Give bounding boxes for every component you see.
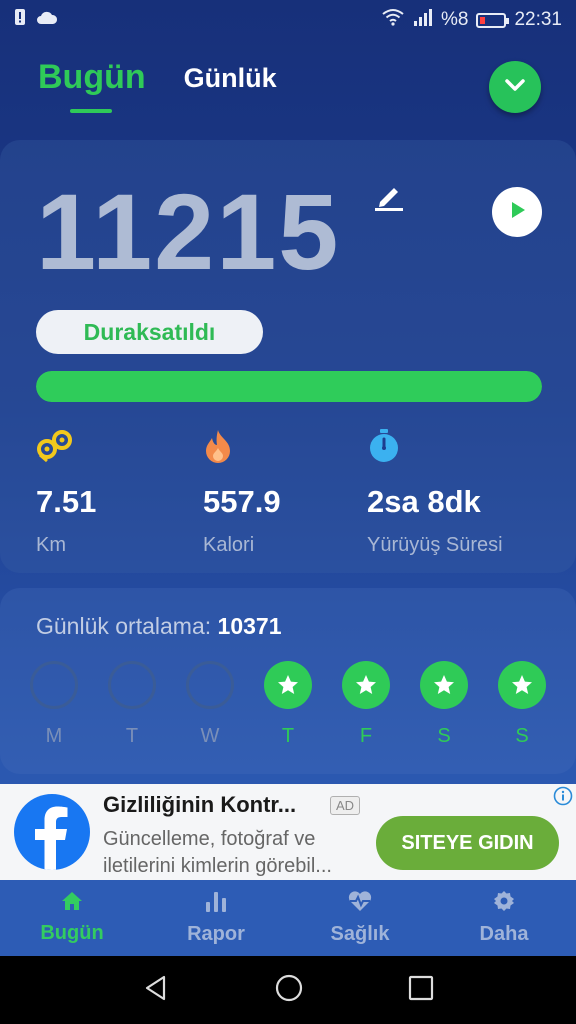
bar-chart-icon — [204, 890, 228, 917]
calories-value: 557.9 — [203, 484, 281, 519]
weekday-item: S — [497, 661, 547, 748]
weekday-label: M — [45, 725, 63, 747]
stopwatch-icon — [367, 426, 503, 466]
play-button[interactable] — [492, 187, 542, 237]
back-icon[interactable] — [142, 974, 170, 1007]
bottom-nav: Bugün Rapor Sağlık Daha — [0, 880, 576, 956]
goal-empty-circle — [186, 661, 234, 709]
weekday-label: W — [200, 725, 220, 747]
weekday-item: F — [341, 661, 391, 748]
nav-label-today: Bugün — [40, 922, 104, 944]
stat-calories: 557.9 Kalori — [203, 426, 281, 557]
nav-item-more[interactable]: Daha — [432, 880, 576, 956]
status-bar: %8 22:31 — [0, 0, 576, 40]
goal-reached-star-icon — [342, 661, 390, 709]
progress-fill — [36, 371, 542, 402]
nav-item-health[interactable]: Sağlık — [288, 880, 432, 956]
weekday-label: T — [281, 725, 295, 747]
step-count: 11215 — [36, 171, 341, 292]
battery-percent: %8 — [440, 9, 469, 30]
walk-time-value: 2sa 8dk — [367, 484, 481, 519]
weekday-item: S — [419, 661, 469, 748]
dropdown-button[interactable] — [489, 61, 541, 113]
distance-label: Km — [36, 534, 66, 556]
goal-reached-star-icon — [420, 661, 468, 709]
weekday-label: S — [515, 725, 529, 747]
chevron-down-icon — [503, 77, 527, 98]
battery-icon — [476, 12, 510, 28]
nav-item-report[interactable]: Rapor — [144, 880, 288, 956]
heart-pulse-icon — [347, 890, 373, 917]
weekday-item: T — [107, 661, 157, 748]
weekday-label: T — [125, 725, 139, 747]
calories-label: Kalori — [203, 534, 255, 556]
ad-badge: AD — [330, 796, 361, 815]
ad-title: Gizliliğinin Kontr... — [103, 792, 297, 817]
goal-reached-star-icon — [264, 661, 312, 709]
cloud-icon — [36, 9, 58, 31]
weekday-item: T — [263, 661, 313, 748]
gear-icon — [493, 890, 515, 917]
walk-time-label: Yürüyüş Süresi — [367, 534, 503, 556]
distance-icon — [36, 426, 96, 466]
daily-average: Günlük ortalama: 10371 — [36, 613, 282, 640]
nav-label-report: Rapor — [187, 923, 245, 945]
nav-label-health: Sağlık — [330, 923, 390, 945]
goal-empty-circle — [108, 661, 156, 709]
stat-distance: 7.51 Km — [36, 426, 96, 557]
flame-icon — [203, 426, 281, 466]
ad-cta-button[interactable]: SITEYE GIDIN — [376, 816, 559, 870]
header-tabs: Bugün Günlük — [38, 58, 277, 113]
clock: 22:31 — [514, 9, 562, 30]
recents-icon[interactable] — [408, 975, 434, 1006]
weekday-label: S — [437, 725, 451, 747]
weekday-item: M — [29, 661, 79, 748]
distance-value: 7.51 — [36, 484, 97, 519]
cell-signal-icon — [413, 8, 433, 32]
play-icon — [507, 200, 527, 225]
daily-average-label: Günlük ortalama: — [36, 613, 212, 639]
ad-body: Güncelleme, fotoğraf ve iletilerini kiml… — [103, 828, 332, 877]
pencil-icon[interactable] — [372, 180, 404, 212]
daily-average-value: 10371 — [217, 613, 282, 639]
weekday-item: W — [185, 661, 235, 748]
tab-today[interactable]: Bugün — [38, 58, 146, 113]
ad-banner[interactable]: Gizliliğinin Kontr... AD Güncelleme, fot… — [0, 784, 576, 880]
paused-status-button[interactable]: Duraksatıldı — [36, 310, 263, 354]
goal-empty-circle — [30, 661, 78, 709]
weekday-label: F — [359, 725, 373, 747]
nav-item-today[interactable]: Bugün — [0, 880, 144, 956]
system-nav-bar — [0, 956, 576, 1024]
home-icon — [61, 891, 83, 916]
step-progress-bar — [36, 371, 542, 402]
goal-reached-star-icon — [498, 661, 546, 709]
wifi-icon — [381, 8, 405, 32]
ad-info-icon[interactable] — [553, 786, 573, 811]
nav-label-more: Daha — [479, 923, 529, 945]
sim-alert-icon — [14, 8, 26, 32]
tab-daily[interactable]: Günlük — [184, 63, 277, 97]
facebook-logo-icon — [14, 794, 90, 870]
stat-walk-time: 2sa 8dk Yürüyüş Süresi — [367, 426, 503, 557]
home-circle-icon[interactable] — [275, 974, 303, 1007]
